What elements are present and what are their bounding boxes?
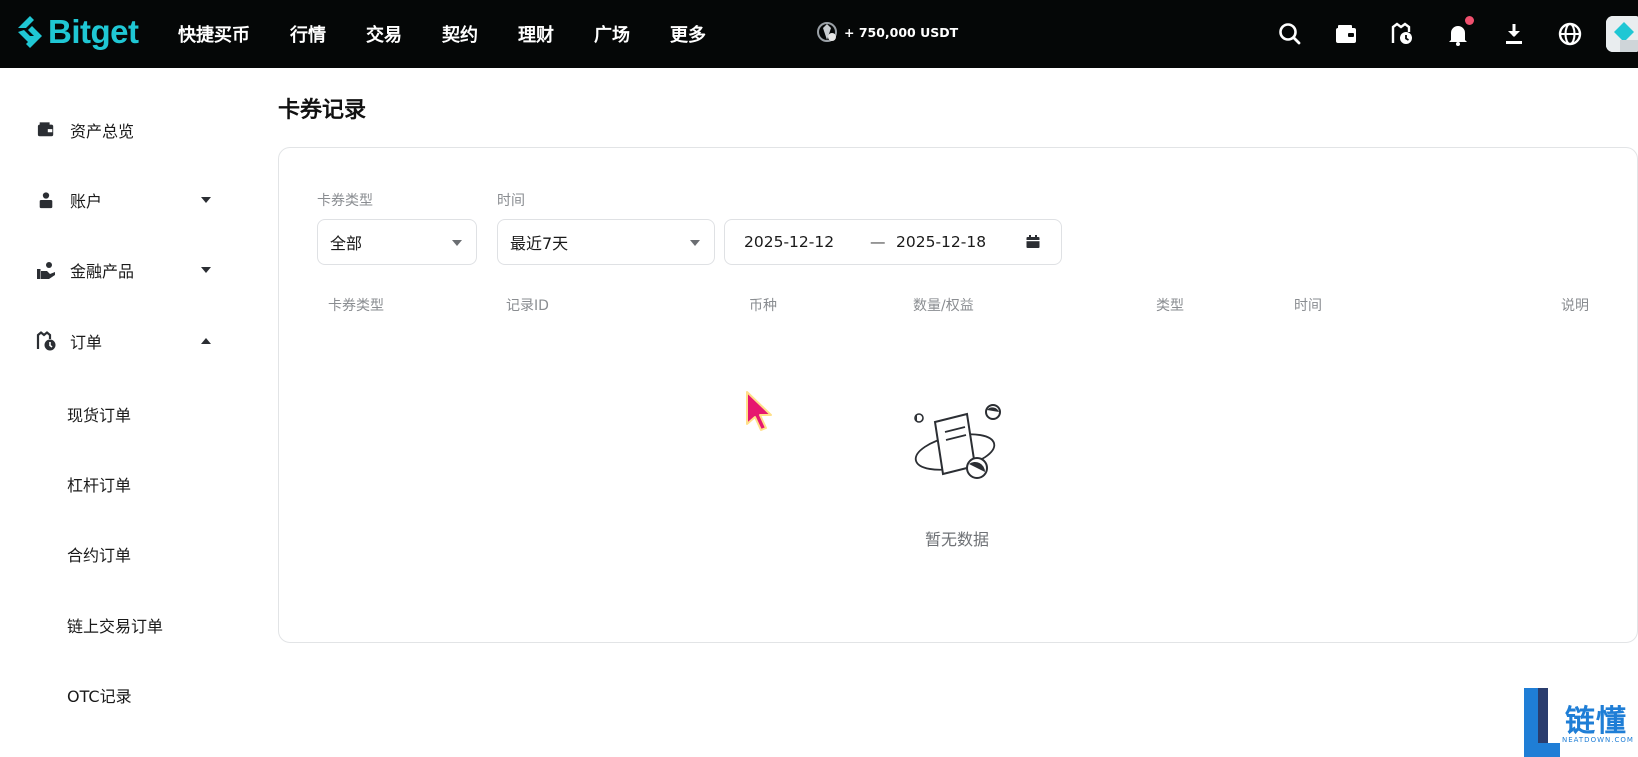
trophy-icon — [817, 22, 837, 42]
time-range-select[interactable]: 最近7天 — [497, 219, 715, 265]
coupon-records-card: 卡券类型 时间 全部 最近7天 2025-12-12 — 2025-12-18 … — [278, 147, 1638, 643]
calendar-icon[interactable] — [1025, 234, 1041, 250]
time-range-value: 最近7天 — [510, 234, 569, 253]
column-header-type: 类型 — [1156, 298, 1184, 314]
sidebar-item-label: 账户 — [70, 192, 103, 211]
sidebar-subitem-margin-orders[interactable]: 杠杆订单 — [67, 472, 131, 496]
nav-markets[interactable]: 行情 — [290, 21, 326, 47]
date-start[interactable]: 2025-12-12 — [744, 233, 834, 251]
nav-more[interactable]: 更多 — [670, 21, 706, 47]
empty-state-icon — [914, 404, 1001, 479]
caret-down-icon — [201, 197, 211, 203]
date-end[interactable]: 2025-12-18 — [896, 233, 986, 251]
sidebar-subitem-otc-records[interactable]: OTC记录 — [67, 683, 132, 707]
coupon-type-filter-label: 卡券类型 — [317, 193, 373, 209]
column-header-coupon-type: 卡券类型 — [328, 298, 384, 314]
watermark-text: 链懂 — [1565, 704, 1627, 739]
sidebar-item-orders[interactable]: 订单 — [36, 326, 212, 356]
column-header-time: 时间 — [1294, 298, 1322, 314]
nav-quick-buy[interactable]: 快捷买币 — [178, 21, 250, 47]
avatar-image — [1606, 16, 1638, 52]
logo-text: Bitget — [48, 13, 139, 50]
sidebar-item-label: 订单 — [70, 333, 103, 352]
mouse-cursor-icon — [746, 391, 772, 431]
avatar[interactable] — [1606, 16, 1638, 52]
coupon-type-select[interactable]: 全部 — [317, 219, 477, 265]
finance-icon — [36, 260, 56, 280]
date-separator: — — [870, 233, 886, 251]
caret-down-icon — [690, 240, 700, 246]
page-title: 卡券记录 — [278, 98, 367, 123]
sidebar-item-label: 资产总览 — [70, 122, 135, 141]
promo-banner[interactable]: + 750,000 USDT — [814, 18, 958, 46]
column-header-amount: 数量/权益 — [913, 298, 974, 314]
bell-icon[interactable] — [1444, 16, 1474, 48]
caret-up-icon — [201, 338, 211, 344]
main-nav: 快捷买币 行情 交易 契约 理财 广场 更多 — [178, 0, 746, 68]
top-navigation-bar: Bitget 快捷买币 行情 交易 契约 理财 广场 更多 + 750,000 … — [0, 0, 1638, 68]
time-filter-label: 时间 — [497, 193, 525, 209]
column-header-record-id: 记录ID — [506, 298, 549, 314]
sidebar-item-financial-products[interactable]: 金融产品 — [36, 255, 212, 285]
sidebar-item-label: 金融产品 — [70, 262, 135, 281]
promo-text: + 750,000 USDT — [844, 24, 959, 40]
sidebar-subitem-onchain-orders[interactable]: 链上交易订单 — [67, 613, 163, 637]
date-range-picker[interactable]: 2025-12-12 — 2025-12-18 — [724, 219, 1062, 265]
coupon-type-value: 全部 — [330, 234, 363, 253]
user-icon — [36, 190, 56, 210]
sidebar: 资产总览 账户 金融产品 订单 现货订单 杠杆订单 合约订单 链上交易订单 OT… — [0, 68, 240, 757]
wallet-icon[interactable] — [1332, 20, 1360, 48]
sidebar-item-account[interactable]: 账户 — [36, 185, 212, 215]
nav-square[interactable]: 广场 — [594, 21, 630, 47]
nav-trade[interactable]: 交易 — [366, 21, 402, 47]
nav-icon-group — [1248, 0, 1638, 68]
search-icon[interactable] — [1276, 20, 1304, 48]
sidebar-subitem-spot-orders[interactable]: 现货订单 — [67, 402, 131, 426]
column-header-currency: 币种 — [749, 298, 777, 314]
sidebar-subitem-futures-orders[interactable]: 合约订单 — [67, 542, 131, 566]
column-header-description: 说明 — [1561, 298, 1589, 314]
nav-earn[interactable]: 理财 — [518, 21, 554, 47]
watermark-subtext: NEATDOWN.COM — [1562, 736, 1634, 744]
globe-icon[interactable] — [1556, 20, 1584, 48]
bitget-logo-icon — [18, 16, 42, 48]
download-icon[interactable] — [1500, 20, 1528, 48]
caret-down-icon — [201, 267, 211, 273]
bitget-logo[interactable]: Bitget — [14, 12, 139, 52]
wallet-icon — [36, 120, 56, 140]
order-history-icon[interactable] — [1388, 20, 1416, 48]
order-icon — [36, 331, 56, 351]
empty-state-text: 暂无数据 — [925, 530, 990, 549]
caret-down-icon — [452, 240, 462, 246]
nav-futures[interactable]: 契约 — [442, 21, 478, 47]
sidebar-item-assets-overview[interactable]: 资产总览 — [36, 115, 212, 145]
notification-dot — [1465, 16, 1474, 25]
